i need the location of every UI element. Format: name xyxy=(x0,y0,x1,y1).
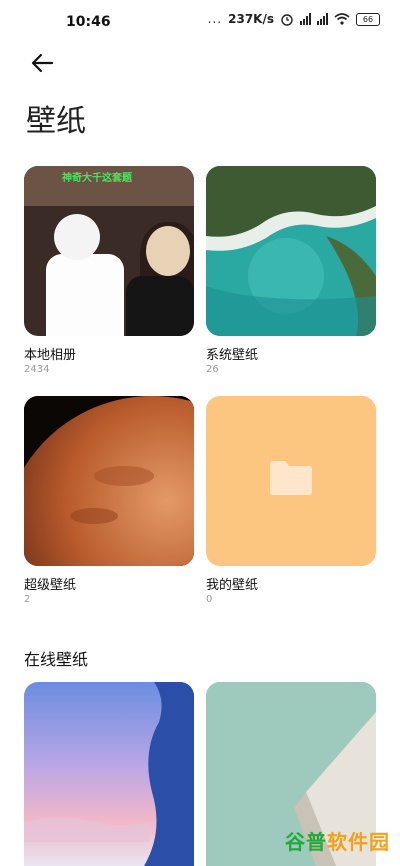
arrow-left-icon xyxy=(31,53,54,73)
album-mine-thumbnail[interactable] xyxy=(206,396,376,566)
watermark-part1: 谷普 xyxy=(285,830,327,854)
network-speed: 237K/s xyxy=(228,12,274,26)
album-count-super: 2 xyxy=(24,594,31,605)
album-count-mine: 0 xyxy=(206,594,213,605)
section-title-online: 在线壁纸 xyxy=(24,650,89,669)
coast-image xyxy=(206,166,376,336)
person-head-shape xyxy=(54,214,100,260)
alarm-icon xyxy=(281,14,293,26)
status-icons: ... 237K/s 66 xyxy=(208,12,380,26)
signal-icon-2 xyxy=(317,13,328,25)
back-button[interactable] xyxy=(26,48,60,78)
online-wallpaper-1[interactable] xyxy=(24,682,194,866)
planet-image xyxy=(24,396,194,566)
album-system-thumbnail[interactable] xyxy=(206,166,376,336)
notification-dots: ... xyxy=(207,12,223,26)
sky-image xyxy=(24,682,194,866)
battery-icon: 66 xyxy=(356,12,380,26)
page-title: 壁纸 xyxy=(26,104,86,139)
album-count-local: 2434 xyxy=(24,364,50,375)
wifi-icon xyxy=(334,13,350,25)
folder-icon xyxy=(270,461,312,495)
signal-icon xyxy=(300,13,311,25)
album-label-system[interactable]: 系统壁纸 xyxy=(206,344,258,363)
watermark: 谷普软件园 xyxy=(285,826,390,855)
person-body-shape xyxy=(126,276,194,336)
status-bar: 10:46 ... 237K/s 66 xyxy=(0,0,400,44)
album-label-local[interactable]: 本地相册 xyxy=(24,344,76,363)
watermark-part2: 软件园 xyxy=(327,830,390,854)
status-time: 10:46 xyxy=(66,14,111,30)
thumb-caption: 神奇大千这套题 xyxy=(62,173,132,184)
album-super-thumbnail[interactable] xyxy=(24,396,194,566)
album-local-thumbnail[interactable]: 神奇大千这套题 xyxy=(24,166,194,336)
album-label-mine[interactable]: 我的壁纸 xyxy=(206,574,258,593)
album-count-system: 26 xyxy=(206,364,219,375)
person-shape xyxy=(46,254,124,336)
person-face-shape xyxy=(146,226,190,276)
album-label-super[interactable]: 超级壁纸 xyxy=(24,574,76,593)
